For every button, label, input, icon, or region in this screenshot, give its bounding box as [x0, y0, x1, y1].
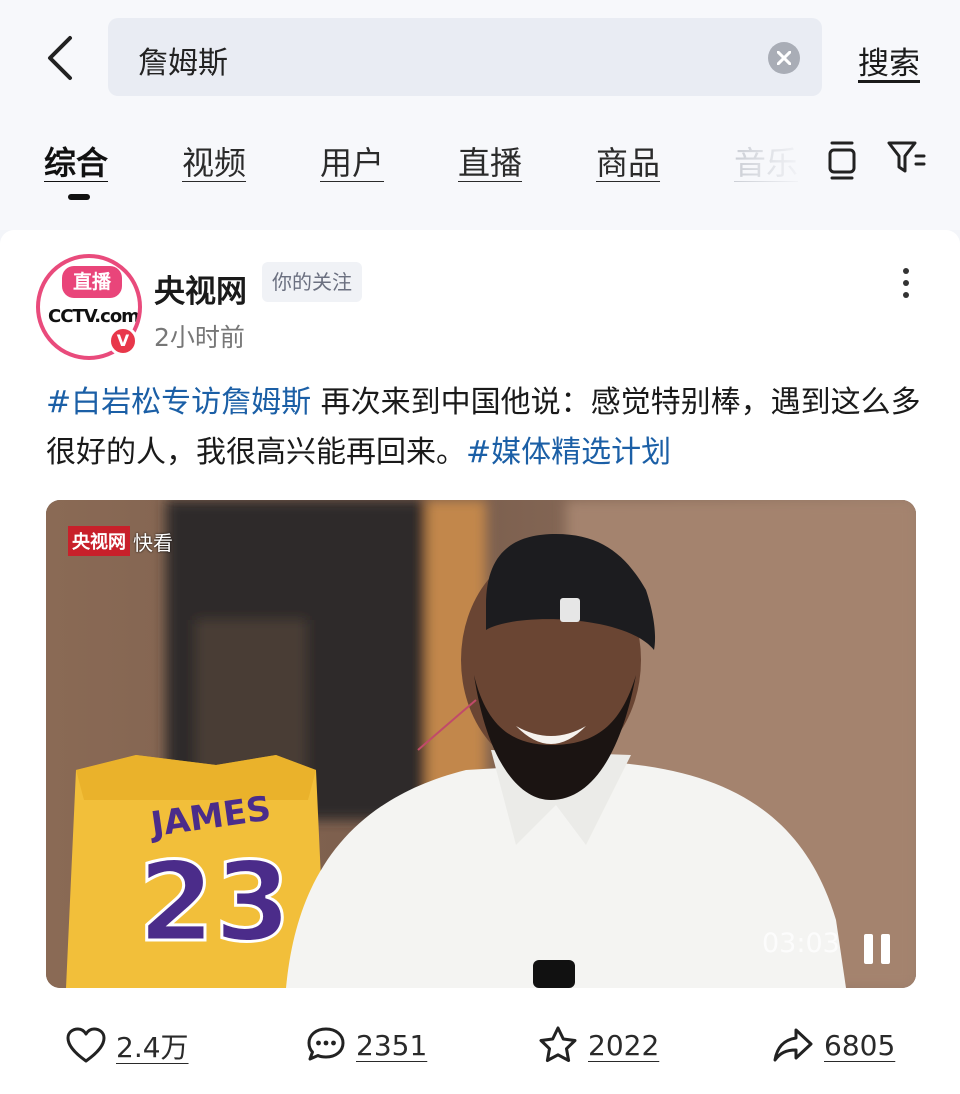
favorite-button[interactable]: 2022 — [538, 1026, 659, 1064]
search-button[interactable]: 搜索 — [858, 38, 920, 83]
comment-icon — [307, 1027, 345, 1061]
video-watermark: 央视网 快看 — [68, 526, 173, 556]
post-text: #白岩松专访詹姆斯 再次来到中国他说：感觉特别棒，遇到这么多很好的人，我很高兴能… — [46, 378, 926, 478]
pause-icon[interactable] — [862, 934, 892, 964]
search-tabs: 综合 视频 用户 直播 商品 音乐 — [0, 120, 960, 230]
share-count: 6805 — [824, 1028, 896, 1062]
tab-fade-overlay — [700, 120, 820, 230]
favorite-count: 2022 — [588, 1028, 660, 1062]
filter-icon[interactable] — [886, 138, 926, 178]
top-bar: 詹姆斯 搜索 — [0, 0, 960, 120]
tab-video[interactable]: 视频 — [182, 138, 246, 184]
heart-icon — [66, 1027, 106, 1063]
verified-badge-icon: V — [108, 326, 138, 356]
post-time: 2小时前 — [154, 323, 245, 352]
tab-live[interactable]: 直播 — [458, 138, 522, 184]
live-badge: 直播 — [62, 266, 122, 298]
jersey-number-text: 23 — [138, 838, 291, 966]
share-button[interactable]: 6805 — [772, 1026, 895, 1064]
video-duration: 03:03 — [762, 928, 840, 959]
tab-users[interactable]: 用户 — [320, 138, 384, 184]
watermark-text: 快看 — [133, 530, 173, 555]
tab-comprehensive[interactable]: 综合 — [44, 138, 108, 184]
video-frame-image: JAMES 23 — [46, 500, 916, 988]
tab-products[interactable]: 商品 — [596, 138, 660, 184]
active-tab-indicator — [68, 194, 90, 200]
author-name[interactable]: 央视网 — [154, 266, 247, 311]
following-badge: 你的关注 — [262, 262, 362, 302]
back-arrow-icon[interactable] — [40, 30, 84, 86]
comment-button[interactable]: 2351 — [306, 1026, 427, 1064]
list-view-icon[interactable] — [824, 138, 860, 182]
like-count: 2.4万 — [116, 1031, 189, 1064]
video-player[interactable]: JAMES 23 央视网 快看 03:03 — [46, 500, 916, 988]
post-card[interactable]: 直播 CCTV.com V 央视网 你的关注 2小时前 #白岩松专访詹姆斯 再次… — [0, 230, 960, 1094]
share-arrow-icon — [773, 1028, 813, 1062]
search-query-text: 詹姆斯 — [138, 46, 228, 81]
star-icon — [539, 1026, 577, 1062]
watermark-brand: 央视网 — [68, 526, 130, 556]
comment-count: 2351 — [356, 1028, 428, 1062]
hashtag-link[interactable]: #媒体精选计划 — [466, 435, 671, 470]
search-input[interactable]: 詹姆斯 — [108, 18, 822, 96]
hashtag-link[interactable]: #白岩松专访詹姆斯 — [46, 385, 311, 420]
like-button[interactable]: 2.4万 — [66, 1026, 189, 1066]
clear-icon[interactable] — [768, 42, 800, 74]
cctv-logo: CCTV.com — [48, 306, 139, 327]
more-options-icon[interactable] — [896, 268, 916, 304]
post-actions: 2.4万 2351 2022 6805 — [0, 1020, 960, 1080]
